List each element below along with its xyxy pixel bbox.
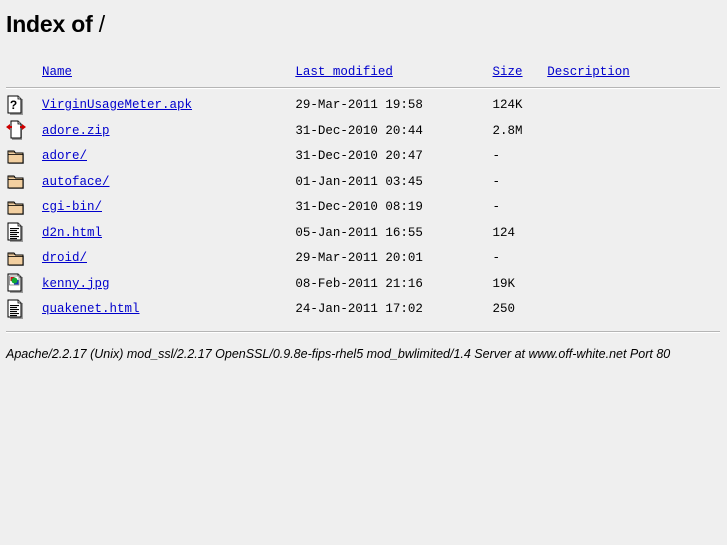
svg-text:?: ? xyxy=(10,98,17,112)
row-size: 2.8M xyxy=(492,123,523,138)
row-name-cell: adore/ xyxy=(42,144,295,170)
row-icon-cell xyxy=(6,246,42,272)
row-icon-cell xyxy=(6,272,42,298)
header-separator-row xyxy=(6,83,720,93)
row-icon-cell xyxy=(6,119,42,145)
horizontal-rule-bottom xyxy=(6,331,720,333)
text-document-icon xyxy=(7,299,23,319)
unknown-file-icon: ? xyxy=(7,95,23,115)
folder-icon xyxy=(7,201,24,215)
row-last-modified: 31-Dec-2010 20:44 xyxy=(295,123,423,138)
header-icon-spacer xyxy=(6,62,42,83)
row-description xyxy=(547,297,720,323)
text-document-icon xyxy=(7,222,23,243)
row-last-modified: 29-Mar-2011 20:01 xyxy=(295,251,423,265)
row-last-modified: 08-Feb-2011 21:16 xyxy=(295,276,423,291)
folder-icon xyxy=(7,150,24,164)
file-link[interactable]: d2n.html xyxy=(42,226,102,240)
folder-icon xyxy=(7,252,24,266)
compressed-file-icon xyxy=(6,120,26,141)
row-name-cell: VirginUsageMeter.apk xyxy=(42,93,295,119)
row-description xyxy=(547,272,720,298)
row-name-cell: droid/ xyxy=(42,246,295,272)
row-description xyxy=(547,144,720,170)
row-description xyxy=(547,93,720,119)
file-link[interactable]: quakenet.html xyxy=(42,302,140,316)
row-description xyxy=(547,246,720,272)
row-icon-cell xyxy=(6,221,42,247)
table-row: adore.zip 31-Dec-2010 20:44 2.8M xyxy=(6,119,720,145)
file-link[interactable]: droid/ xyxy=(42,251,87,265)
row-icon-cell xyxy=(6,144,42,170)
file-link[interactable]: VirginUsageMeter.apk xyxy=(42,98,192,112)
row-size: 19K xyxy=(492,276,516,291)
folder-icon xyxy=(7,175,24,190)
horizontal-rule-top xyxy=(6,87,720,89)
row-name-cell: autoface/ xyxy=(42,170,295,196)
header-separator-cell xyxy=(6,83,720,93)
directory-table: Name Last modified Size Description ? Vir… xyxy=(6,62,720,323)
table-row: d2n.html 05-Jan-2011 16:55 124 xyxy=(6,221,720,247)
file-link[interactable]: cgi-bin/ xyxy=(42,200,102,214)
row-name-cell: quakenet.html xyxy=(42,297,295,323)
table-row: ? VirginUsageMeter.apk 29-Mar-2011 19:58 12… xyxy=(6,93,720,119)
column-header-size-cell: Size xyxy=(493,62,548,83)
row-name-cell: cgi-bin/ xyxy=(42,195,295,221)
row-size: - xyxy=(492,174,501,189)
table-row: autoface/01-Jan-2011 03:45 - xyxy=(6,170,720,196)
row-size: 250 xyxy=(492,302,516,316)
row-size: 124 xyxy=(492,225,516,240)
table-header-row: Name Last modified Size Description xyxy=(6,62,720,83)
row-name-cell: d2n.html xyxy=(42,221,295,247)
file-link[interactable]: kenny.jpg xyxy=(42,277,110,291)
column-header-description[interactable]: Description xyxy=(547,65,630,79)
page-title-prefix: Index of xyxy=(6,11,93,37)
page-title-path: / xyxy=(98,11,105,37)
table-row: cgi-bin/31-Dec-2010 08:19 - xyxy=(6,195,720,221)
row-last-modified: 05-Jan-2011 16:55 xyxy=(295,225,423,240)
row-size: - xyxy=(492,200,501,214)
row-description xyxy=(547,195,720,221)
row-description xyxy=(547,170,720,196)
row-description xyxy=(547,221,720,247)
row-icon-cell xyxy=(6,195,42,221)
row-size: - xyxy=(492,149,501,163)
table-row: adore/31-Dec-2010 20:47 - xyxy=(6,144,720,170)
row-name-cell: adore.zip xyxy=(42,119,295,145)
file-link[interactable]: autoface/ xyxy=(42,175,110,189)
directory-listing: Name Last modified Size Description ? Vir… xyxy=(0,62,727,323)
row-last-modified: 31-Dec-2010 20:47 xyxy=(295,149,423,163)
page-title: Index of / xyxy=(0,0,727,38)
row-size: - xyxy=(492,251,501,265)
file-link[interactable]: adore/ xyxy=(42,149,87,163)
row-size: 124K xyxy=(492,98,523,112)
column-header-name[interactable]: Name xyxy=(42,65,72,79)
row-last-modified: 31-Dec-2010 08:19 xyxy=(295,200,423,214)
table-row: kenny.jpg 08-Feb-2011 21:16 19K xyxy=(6,272,720,298)
row-name-cell: kenny.jpg xyxy=(42,272,295,298)
row-description xyxy=(547,119,720,145)
row-last-modified: 01-Jan-2011 03:45 xyxy=(295,174,423,189)
row-icon-cell xyxy=(6,297,42,323)
column-header-desc-cell: Description xyxy=(547,62,720,83)
file-link[interactable]: adore.zip xyxy=(42,124,110,138)
column-header-date-cell: Last modified xyxy=(295,62,492,83)
row-icon-cell: ? xyxy=(6,93,42,119)
row-icon-cell xyxy=(6,170,42,196)
column-header-size[interactable]: Size xyxy=(493,65,523,79)
column-header-name-cell: Name xyxy=(42,62,295,83)
table-row: quakenet.html 24-Jan-2011 17:02 250 xyxy=(6,297,720,323)
column-header-last-modified[interactable]: Last modified xyxy=(295,65,393,79)
server-signature: Apache/2.2.17 (Unix) mod_ssl/2.2.17 Open… xyxy=(6,347,671,361)
row-last-modified: 29-Mar-2011 19:58 xyxy=(295,98,423,112)
image-file-icon xyxy=(7,273,23,294)
row-last-modified: 24-Jan-2011 17:02 xyxy=(295,302,423,316)
table-row: droid/29-Mar-2011 20:01 - xyxy=(6,246,720,272)
